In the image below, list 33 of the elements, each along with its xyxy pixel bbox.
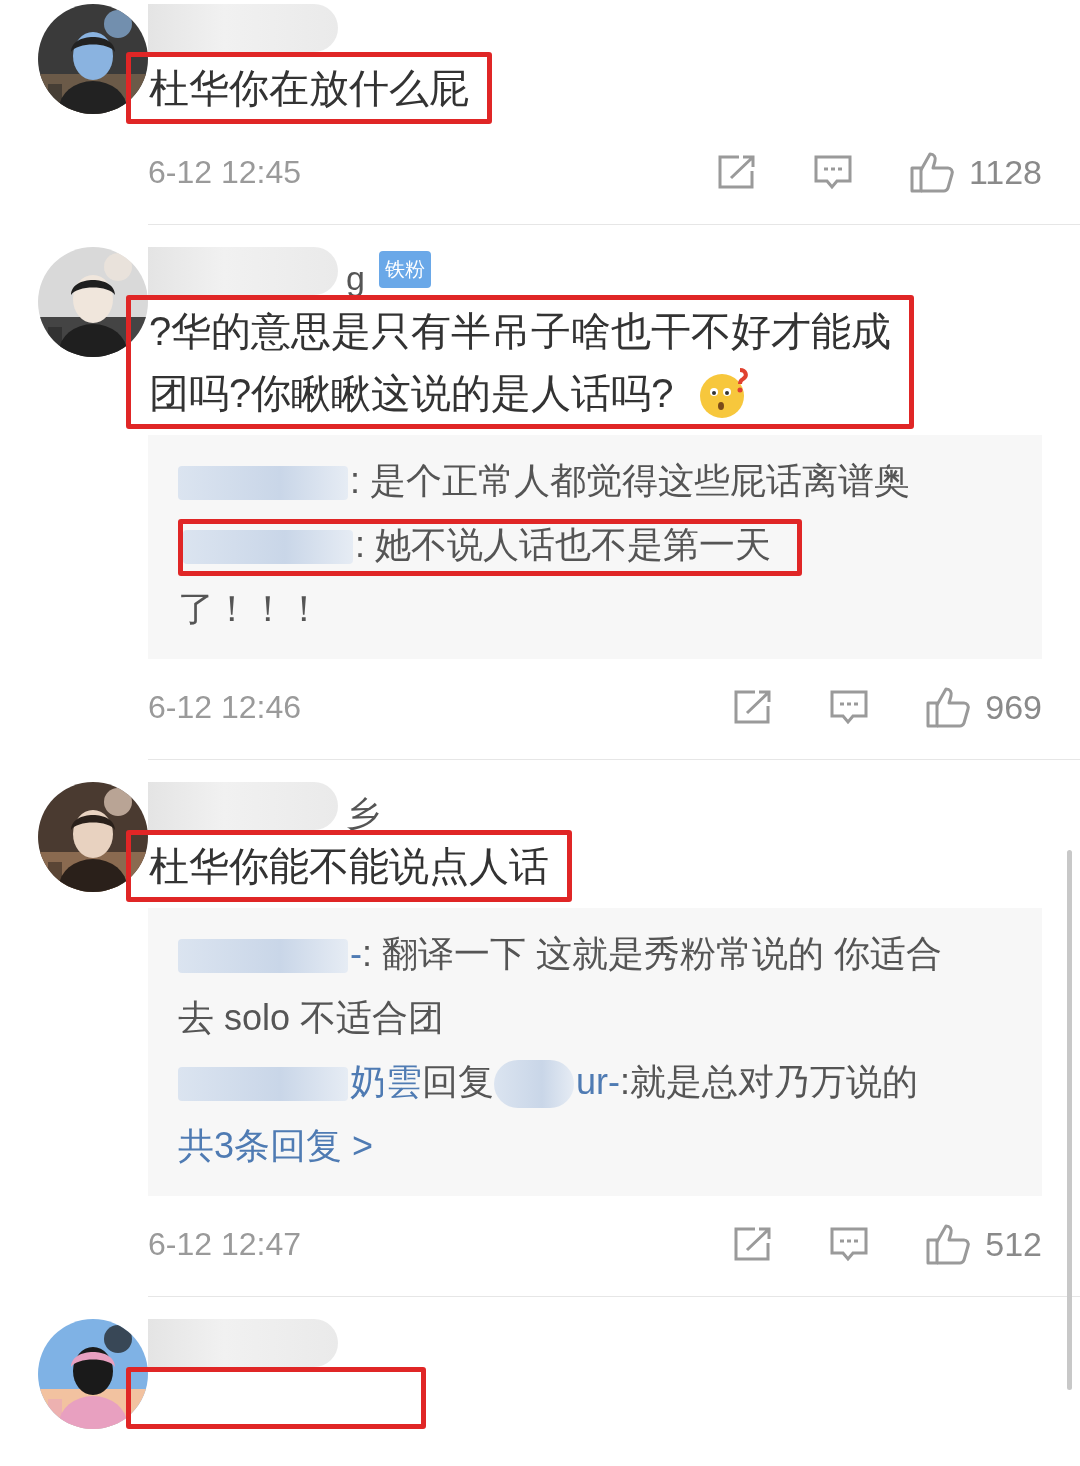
like-count: 969 [985, 687, 1042, 727]
comment-text: ?华的意思是只有半吊子啥也干不好才能成 [149, 308, 892, 355]
comment-text: 杜华你能不能说点人话 [149, 843, 549, 890]
timestamp: 6-12 12:45 [148, 153, 301, 191]
thumbs-up-icon[interactable] [925, 685, 972, 729]
user-name[interactable]: 奶雲 [350, 1061, 422, 1102]
timestamp: 6-12 12:47 [148, 1225, 301, 1263]
share-icon[interactable] [716, 154, 757, 190]
more-replies-link[interactable]: 共3条回复 > [178, 1125, 374, 1166]
comment-text: 团吗?你瞅瞅这说的是人话吗? [149, 370, 674, 417]
comment-icon[interactable] [812, 154, 853, 190]
user-name[interactable]: ur- [576, 1061, 620, 1102]
reply-text: 去 solo 不适合团 [178, 997, 445, 1038]
scrollbar[interactable] [1067, 850, 1072, 1390]
comment-icon[interactable] [829, 689, 870, 725]
fan-badge: 铁粉 [378, 250, 431, 288]
reply-label: 回复 [422, 1061, 494, 1102]
reply-text: 了！！！ [178, 588, 322, 629]
user-name[interactable]: 乡 [346, 796, 380, 830]
comment-icon[interactable] [829, 1226, 870, 1262]
like-count: 512 [985, 1224, 1042, 1264]
thumbs-up-icon[interactable] [908, 150, 955, 194]
timestamp: 6-12 12:46 [148, 688, 301, 726]
thumbs-up-icon[interactable] [925, 1222, 972, 1266]
reply-text: :就是总对乃万说的 [620, 1061, 918, 1102]
like-count: 1128 [968, 152, 1042, 192]
share-icon[interactable] [733, 689, 774, 725]
comment-text: 杜华你在放什么屁 [149, 65, 469, 112]
user-name[interactable]: - [350, 933, 362, 974]
reply-text: : 她不说人话也不是第一天 [355, 524, 771, 565]
share-icon[interactable] [733, 1226, 774, 1262]
reply-text: : 是个正常人都觉得这些屁话离谱奥 [350, 460, 910, 501]
reply-text: : 翻译一下 这就是秀粉常说的 你适合 [362, 933, 942, 974]
